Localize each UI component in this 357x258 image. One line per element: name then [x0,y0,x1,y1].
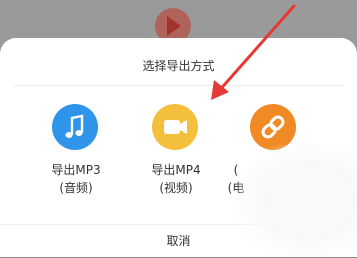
export-mp4-option[interactable]: 导出MP4 (视频) [128,104,224,214]
divider [14,85,343,86]
export-mp3-option[interactable]: 导出MP3 (音频) [28,104,124,214]
watermark-blur [238,145,357,257]
music-note-icon [52,104,98,150]
video-camera-icon [152,104,198,150]
link-icon [250,104,296,150]
background-play-icon [167,16,181,36]
sheet-title: 选择导出方式 [142,59,215,73]
export-mp3-sublabel: (音频) [59,181,93,195]
export-mp3-label: 导出MP3 [51,163,101,177]
